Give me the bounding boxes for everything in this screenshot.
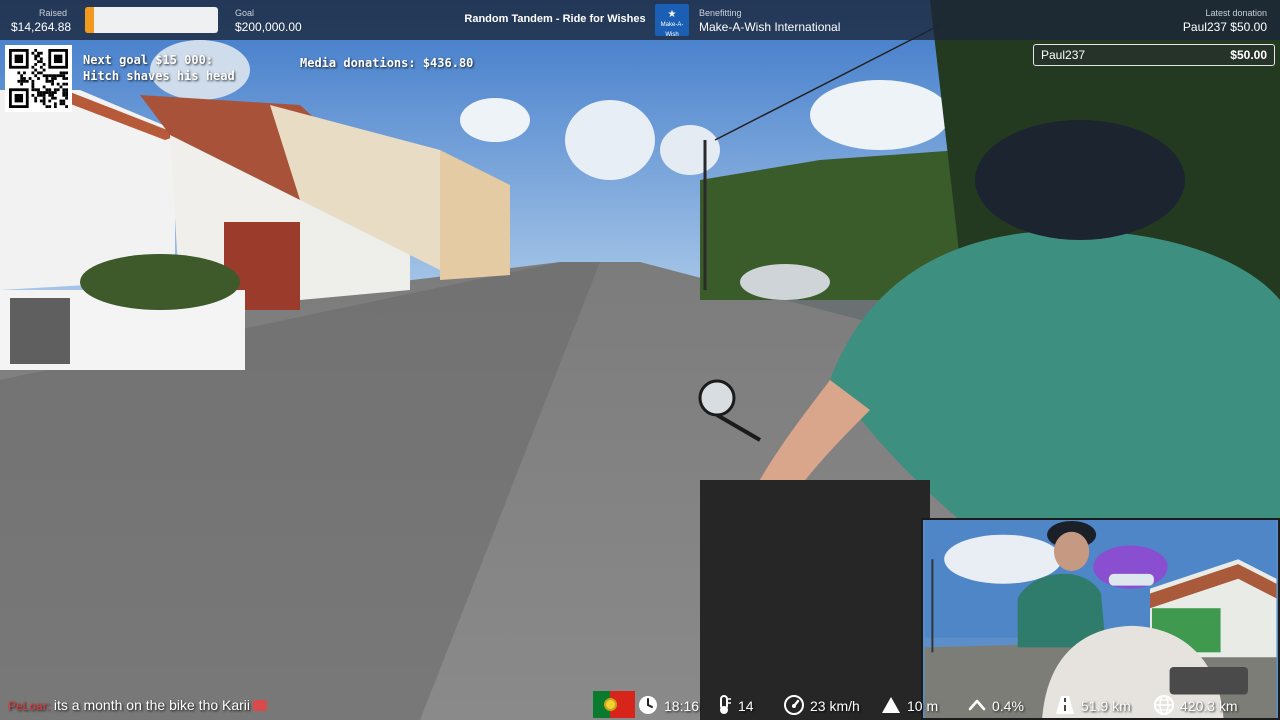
chat-text: its a month on the bike tho Karii <box>53 697 251 713</box>
stat-time-value: 18:16 <box>664 698 700 714</box>
chevron-up-icon <box>968 699 986 711</box>
next-goal-text: Next goal $15 000: Hitch shaves his head <box>83 53 235 83</box>
stream-title: Random Tandem - Ride for Wishes <box>464 13 646 25</box>
star-icon: ★ <box>667 9 677 20</box>
road-icon <box>1056 696 1074 714</box>
emote-icon <box>253 700 268 711</box>
stat-distance-total-value: 420.3 km <box>1180 698 1238 714</box>
latest-donation-value: Paul237 $50.00 <box>1182 20 1267 34</box>
fundraising-progress-fill <box>85 7 95 33</box>
goal-label: Goal <box>235 8 255 18</box>
chat-message: PeLoar: its a month on the bike tho Kari… <box>8 697 268 713</box>
goal-amount: $200,000.00 <box>235 20 302 34</box>
stat-incline: 0.4% <box>968 695 1024 715</box>
qr-code-icon <box>9 49 68 108</box>
stat-speed: 23 km/h <box>784 695 860 715</box>
stat-incline-value: 0.4% <box>992 698 1024 714</box>
rider-camera-view <box>924 520 1277 718</box>
stat-time: 18:16 <box>638 695 699 715</box>
thermometer-icon <box>720 695 731 714</box>
raised-amount: $14,264.88 <box>11 20 72 34</box>
donation-alert-box: Paul237 $50.00 <box>1033 44 1275 66</box>
stat-temperature: 14 <box>716 695 754 715</box>
make-a-wish-logo: ★ Make-A-Wish <box>655 4 689 38</box>
stat-altitude-value: 10 m <box>907 698 939 714</box>
latest-donation-label: Latest donation <box>1205 8 1267 18</box>
donation-top-bar: Raised $14,264.88 Goal $200,000.00 Rando… <box>0 0 1280 40</box>
raised-label: Raised <box>39 8 68 18</box>
stat-distance-today: 51.9 km <box>1055 695 1131 715</box>
donation-amount: $50.00 <box>1230 48 1267 62</box>
ride-stats-bar: 18:16 14 23 km/h 10 m 0.4% 51.9 km 420.3… <box>590 690 1280 720</box>
stat-altitude: 10 m <box>881 695 938 715</box>
stat-speed-value: 23 km/h <box>810 698 860 714</box>
portugal-flag-icon <box>593 691 635 718</box>
chat-username: PeLoar: <box>8 699 51 713</box>
fundraising-progress-bar <box>85 7 218 33</box>
media-donations-text: Media donations: $436.80 <box>300 56 474 70</box>
make-a-wish-logo-text: Make-A-Wish <box>660 22 684 38</box>
benefitting-label: Benefitting <box>699 8 742 18</box>
benefitting-charity: Make-A-Wish International <box>699 20 841 34</box>
stat-distance-total: 420.3 km <box>1154 695 1238 715</box>
stat-temperature-value: 14 <box>738 698 754 714</box>
stat-distance-today-value: 51.9 km <box>1081 698 1131 714</box>
speedometer-icon <box>784 695 804 715</box>
clock-icon <box>639 696 657 714</box>
mountain-icon <box>882 697 900 713</box>
globe-icon <box>1154 695 1174 715</box>
donation-qr-code[interactable] <box>5 45 72 112</box>
donor-name: Paul237 <box>1041 48 1086 62</box>
